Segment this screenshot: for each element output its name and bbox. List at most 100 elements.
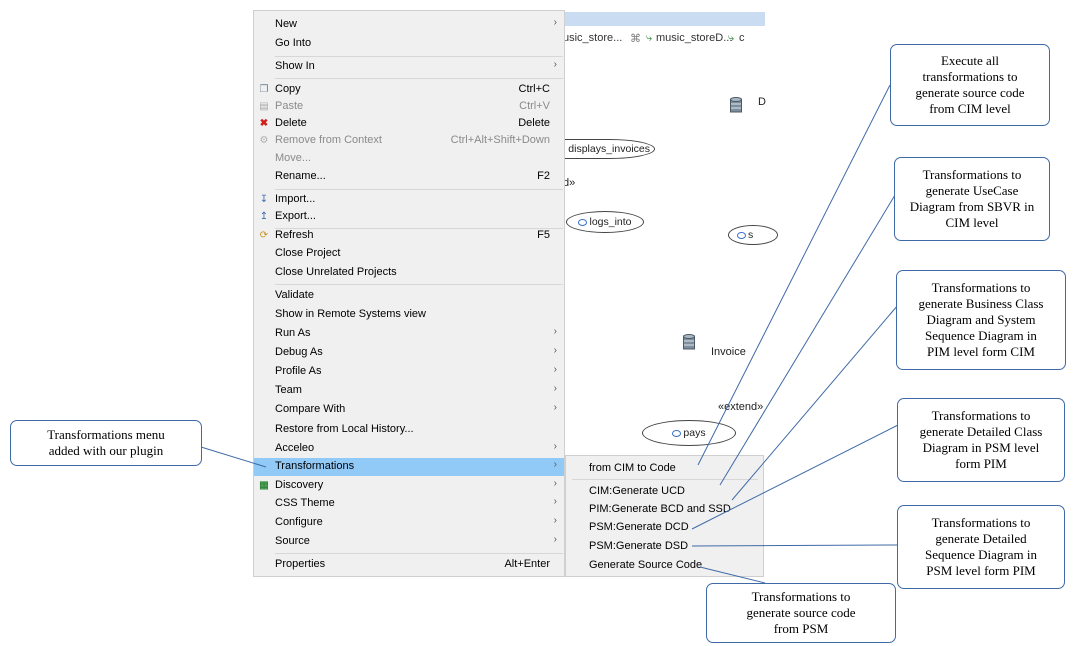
usecase-s[interactable]: s	[728, 225, 778, 245]
menu-label: Copy	[275, 83, 301, 95]
context-menu: New › Go Into Show In › ❐ Copy Ctrl+C ▤ Paste…	[253, 10, 565, 577]
submenu-arrow-icon: ›	[553, 345, 557, 356]
submenu-item-psm-generate-dcd[interactable]: PSM:Generate DCD	[566, 519, 763, 536]
submenu-item-generate-source-code[interactable]: Generate Source Code	[566, 557, 763, 574]
submenu-arrow-icon: ›	[553, 534, 557, 545]
callout-line: transformations to	[922, 69, 1018, 84]
database-icon	[730, 97, 742, 113]
menu-label: Export...	[275, 210, 316, 222]
menu-separator	[275, 553, 563, 554]
menu-label: Discovery	[275, 479, 324, 491]
menu-label: Acceleo	[275, 442, 315, 454]
submenu-label: from CIM to Code	[589, 462, 676, 474]
menu-label: Profile As	[275, 365, 322, 377]
menu-item-show-in-remote-systems[interactable]: Show in Remote Systems view	[254, 306, 564, 323]
callout-line: CIM level	[945, 215, 999, 230]
menu-item-restore-local-history[interactable]: Restore from Local History...	[254, 421, 564, 438]
callout-line: Transformations to	[922, 167, 1022, 182]
callout-line: Sequence Diagram in	[925, 328, 1037, 343]
menu-shortcut: Ctrl+Alt+Shift+Down	[450, 134, 550, 146]
menu-label: Rename...	[275, 170, 326, 182]
menu-label: Run As	[275, 327, 311, 339]
tab-diagram-icon: ⤷	[646, 32, 653, 44]
tab-music-store[interactable]: usic_store...	[563, 32, 622, 44]
menu-item-debug-as[interactable]: Debug As ›	[254, 344, 564, 361]
callout-generate-dsd: Transformations to generate Detailed Seque…	[897, 505, 1065, 589]
tab-close-icon[interactable]: ⌘	[630, 32, 641, 45]
submenu-arrow-icon: ›	[553, 17, 557, 28]
usecase-logs-into[interactable]: logs_into	[566, 211, 644, 233]
menu-item-import[interactable]: ↧ Import...	[254, 191, 564, 208]
menu-item-export[interactable]: ↥ Export...	[254, 208, 564, 225]
submenu-arrow-icon: ›	[553, 496, 557, 507]
editor-title-bar	[560, 12, 765, 26]
menu-label: Team	[275, 384, 302, 396]
callout-line: Diagram in PSM level	[922, 440, 1040, 455]
submenu-label: PIM:Generate BCD and SSD	[589, 503, 731, 515]
export-icon: ↥	[259, 211, 269, 222]
tab-diagram-icon-2: ⤷	[728, 32, 735, 44]
callout-line: Diagram from SBVR in	[909, 199, 1035, 214]
delete-icon: ✖	[259, 118, 269, 129]
menu-label: Restore from Local History...	[275, 423, 414, 435]
menu-item-configure[interactable]: Configure ›	[254, 514, 564, 531]
usecase-pays[interactable]: pays	[642, 420, 736, 446]
menu-item-properties[interactable]: Properties Alt+Enter	[254, 556, 564, 573]
menu-item-paste[interactable]: ▤ Paste Ctrl+V	[254, 98, 564, 115]
menu-item-source[interactable]: Source ›	[254, 533, 564, 550]
menu-item-compare-with[interactable]: Compare With ›	[254, 401, 564, 418]
menu-item-show-in[interactable]: Show In ›	[254, 58, 564, 75]
usecase-label: displays_invoices	[568, 143, 650, 155]
callout-line: generate source code	[915, 85, 1025, 100]
menu-label: Properties	[275, 558, 326, 570]
tab-third[interactable]: c	[739, 32, 745, 44]
menu-label: Go Into	[275, 37, 312, 49]
menu-item-validate[interactable]: Validate	[254, 287, 564, 304]
submenu-item-cim-generate-ucd[interactable]: CIM:Generate UCD	[566, 483, 763, 500]
menu-separator	[275, 189, 563, 190]
submenu-item-pim-generate-bcd-ssd[interactable]: PIM:Generate BCD and SSD	[566, 501, 763, 518]
database-icon	[683, 334, 695, 350]
menu-label: Transformations	[275, 460, 355, 472]
callout-line: Transformations menu	[47, 427, 165, 442]
menu-item-go-into[interactable]: Go Into	[254, 35, 564, 52]
usecase-displays-invoices[interactable]: displays_invoices	[563, 139, 655, 159]
menu-item-discovery[interactable]: ▦ Discovery ›	[254, 477, 564, 494]
menu-item-rename[interactable]: Rename... F2	[254, 168, 564, 185]
menu-item-acceleo[interactable]: Acceleo ›	[254, 440, 564, 457]
callout-line: PIM level form CIM	[927, 344, 1035, 359]
menu-item-copy[interactable]: ❐ Copy Ctrl+C	[254, 81, 564, 98]
menu-item-remove-from-context[interactable]: ⚙ Remove from Context Ctrl+Alt+Shift+Down	[254, 132, 564, 149]
menu-item-css-theme[interactable]: CSS Theme ›	[254, 495, 564, 512]
menu-item-run-as[interactable]: Run As ›	[254, 325, 564, 342]
menu-item-refresh[interactable]: ⟳ Refresh F5	[254, 227, 564, 244]
submenu-label: PSM:Generate DSD	[589, 540, 689, 552]
callout-generate-source-code: Transformations to generate source code fr…	[706, 583, 896, 643]
menu-label: Close Unrelated Projects	[275, 266, 397, 278]
menu-shortcut: Alt+Enter	[504, 558, 550, 570]
tab-music-store-diagram[interactable]: music_storeD...	[656, 32, 732, 44]
menu-item-new[interactable]: New ›	[254, 16, 564, 33]
callout-generate-dcd: Transformations to generate Detailed Clas…	[897, 398, 1065, 482]
menu-item-close-project[interactable]: Close Project	[254, 245, 564, 262]
menu-label: Move...	[275, 152, 312, 164]
menu-item-team[interactable]: Team ›	[254, 382, 564, 399]
menu-label: Validate	[275, 289, 314, 301]
callout-line: Transformations to	[931, 515, 1031, 530]
submenu-arrow-icon: ›	[553, 59, 557, 70]
submenu-label: CIM:Generate UCD	[589, 485, 685, 497]
menu-label: Remove from Context	[275, 134, 382, 146]
menu-item-delete[interactable]: ✖ Delete Delete	[254, 115, 564, 132]
usecase-label: pays	[683, 427, 706, 439]
menu-item-transformations[interactable]: Transformations ›	[254, 458, 564, 476]
menu-shortcut: F5	[537, 229, 550, 241]
extend-label: «extend»	[718, 401, 764, 413]
submenu-label: PSM:Generate DCD	[589, 521, 689, 533]
submenu-arrow-icon: ›	[553, 326, 557, 337]
menu-item-profile-as[interactable]: Profile As ›	[254, 363, 564, 380]
menu-item-close-unrelated-projects[interactable]: Close Unrelated Projects	[254, 264, 564, 281]
menu-label: Configure	[275, 516, 323, 528]
submenu-item-cim-to-code[interactable]: from CIM to Code	[566, 460, 763, 477]
submenu-item-psm-generate-dsd[interactable]: PSM:Generate DSD	[566, 538, 763, 555]
menu-item-move[interactable]: Move...	[254, 150, 564, 167]
